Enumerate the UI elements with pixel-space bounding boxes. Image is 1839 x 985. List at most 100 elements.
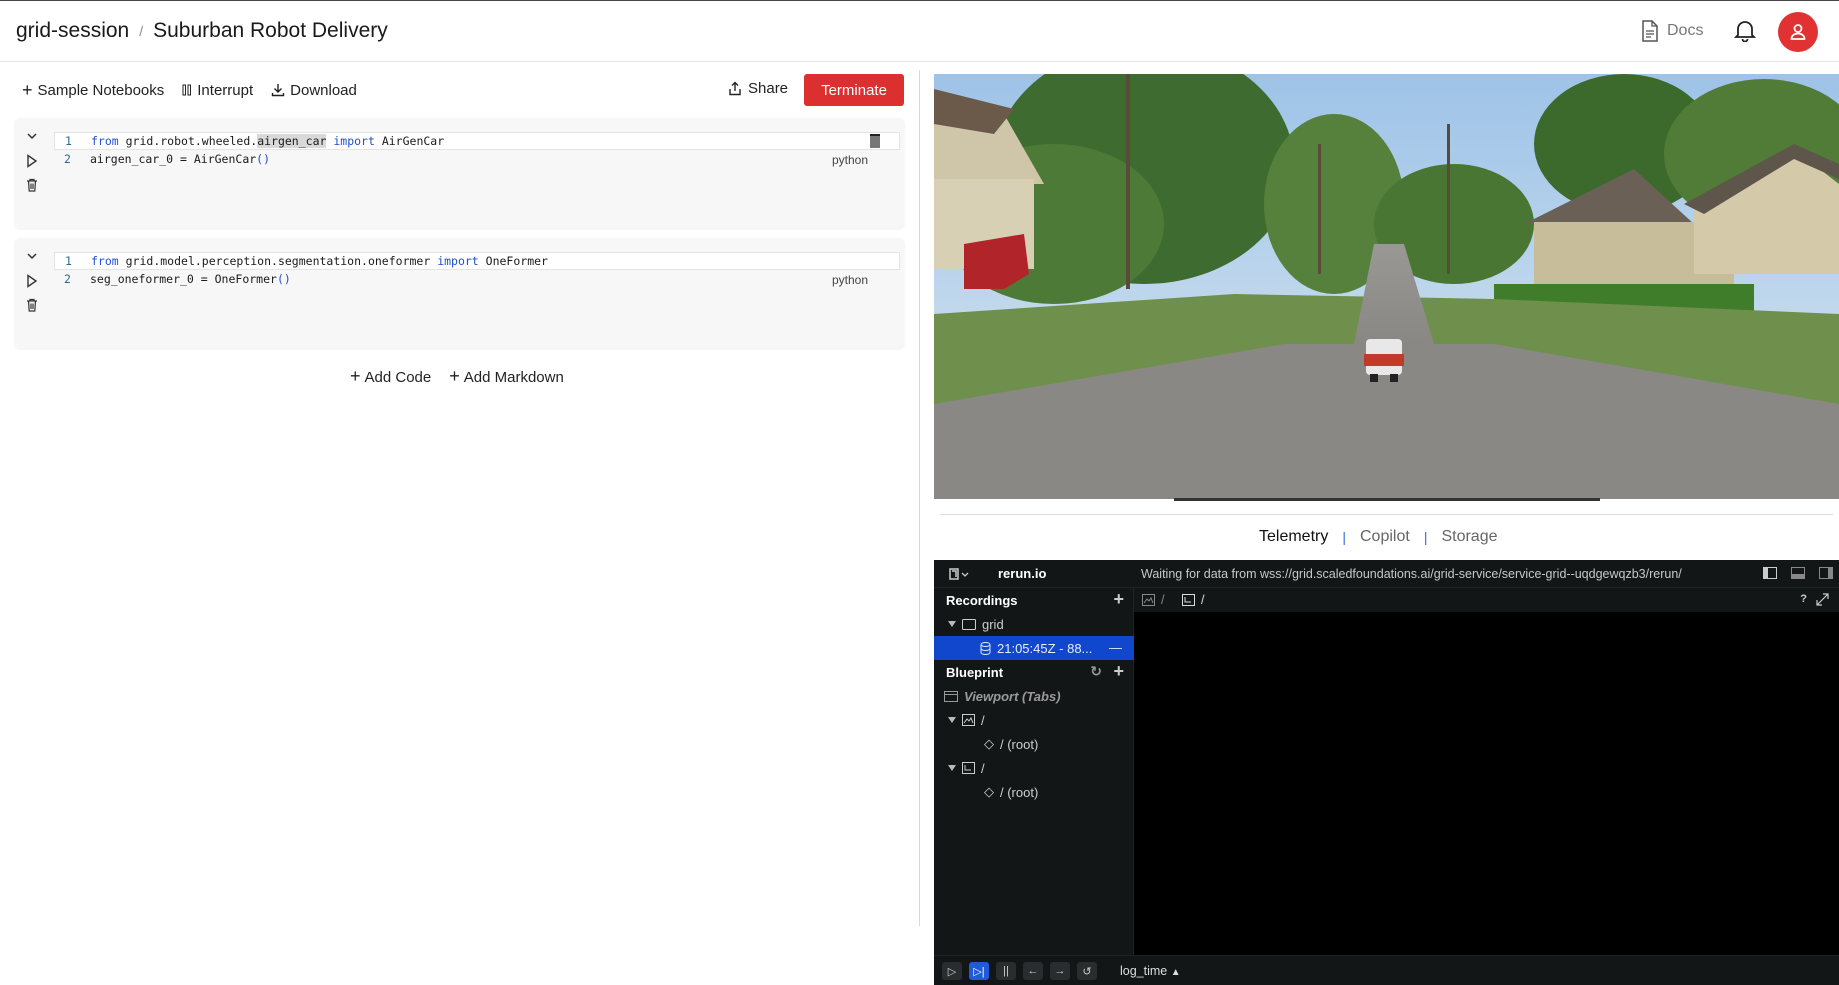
triangle-down-icon[interactable] <box>948 717 956 723</box>
entity-label: / (root) <box>1000 736 1039 752</box>
rerun-timeline-bar: ▷ ▷| || ← → ↺ log_time ▲ <box>934 955 1839 985</box>
add-code-button[interactable]: + Add Code <box>350 366 431 387</box>
view-label: / <box>981 760 985 776</box>
suburban-street-image <box>934 74 1839 499</box>
bottom-panel-toggle-icon[interactable] <box>1791 567 1805 579</box>
run-cell-button[interactable] <box>26 274 40 291</box>
database-icon <box>980 641 991 655</box>
recordings-label: Recordings <box>946 592 1018 608</box>
view-row[interactable]: / <box>934 756 1134 780</box>
add-view-icon[interactable]: + <box>1113 662 1124 680</box>
add-markdown-label: Add Markdown <box>463 369 564 386</box>
step-back-button[interactable]: ← <box>1023 962 1043 980</box>
timeline-selector[interactable]: log_time ▲ <box>1120 964 1181 978</box>
sample-notebooks-label: Sample Notebooks <box>37 81 165 99</box>
entity-row[interactable]: ◇ / (root) <box>934 780 1134 804</box>
video-scrollbar[interactable] <box>1174 498 1600 501</box>
entity-row[interactable]: ◇ / (root) <box>934 732 1134 756</box>
sample-notebooks-button[interactable]: + Sample Notebooks <box>22 80 165 100</box>
add-code-label: Add Code <box>364 369 432 386</box>
text-log-icon <box>962 762 975 774</box>
trash-icon <box>27 298 37 312</box>
plus-icon: + <box>22 80 33 100</box>
rerun-app-name: rerun.io <box>998 566 1047 581</box>
play-button[interactable]: ▷ <box>942 962 962 980</box>
code-text: airgen_car_0 = AirGenCar <box>90 152 257 166</box>
interrupt-button[interactable]: Interrupt <box>182 82 253 99</box>
add-markdown-button[interactable]: + Add Markdown <box>449 366 564 387</box>
line-number: 2 <box>64 152 71 166</box>
recording-app-row[interactable]: grid <box>934 612 1134 636</box>
code-editor[interactable]: 1 from grid.model.perception.segmentatio… <box>54 252 900 288</box>
view-tab[interactable]: / <box>1142 593 1164 607</box>
collapse-toggle[interactable] <box>26 129 40 143</box>
code-keyword: import <box>430 254 479 268</box>
view-label: / <box>981 712 985 728</box>
page-title: Suburban Robot Delivery <box>153 19 388 42</box>
rerun-menu-button[interactable] <box>948 567 970 584</box>
step-forward-button[interactable]: → <box>1050 962 1070 980</box>
recording-item[interactable]: 21:05:45Z - 88... — <box>934 636 1134 660</box>
arrow-right-icon: → <box>1054 965 1066 977</box>
triangle-down-icon[interactable] <box>948 765 956 771</box>
language-label: python <box>831 153 868 167</box>
triangle-down-icon[interactable] <box>948 621 956 627</box>
help-icon[interactable]: ? <box>1800 593 1807 605</box>
docs-label: Docs <box>1667 22 1704 39</box>
run-cell-button[interactable] <box>26 154 40 171</box>
tab-copilot[interactable]: Copilot <box>1360 528 1410 546</box>
code-cell[interactable]: 1 from grid.model.perception.segmentatio… <box>14 238 905 350</box>
delete-cell-button[interactable] <box>26 298 40 315</box>
remove-recording-icon[interactable]: — <box>1109 640 1122 655</box>
view-tab[interactable]: / <box>1182 593 1204 607</box>
breadcrumb-workspace[interactable]: grid-session <box>16 19 129 43</box>
blueprint-label: Blueprint <box>946 664 1004 680</box>
avatar[interactable] <box>1778 12 1818 52</box>
pause-icon: || <box>1003 965 1009 977</box>
text-log-icon <box>1182 594 1195 606</box>
tab-telemetry[interactable]: Telemetry <box>1259 528 1328 546</box>
right-panel-toggle-icon[interactable] <box>1819 567 1833 579</box>
code-keyword: from <box>91 254 119 268</box>
left-panel-toggle-icon[interactable] <box>1763 567 1777 579</box>
delete-cell-button[interactable] <box>26 178 40 195</box>
rerun-tab-bar: / / ? <box>1134 588 1839 612</box>
viewport-row[interactable]: Viewport (Tabs) <box>934 684 1134 708</box>
simulation-video-feed[interactable] <box>934 74 1839 499</box>
line-number: 1 <box>65 254 72 268</box>
language-label: python <box>831 273 868 287</box>
share-icon <box>729 81 741 96</box>
reset-blueprint-icon[interactable]: ↻ <box>1090 663 1102 680</box>
terminate-button[interactable]: Terminate <box>804 74 904 106</box>
add-recording-icon[interactable]: + <box>1113 590 1124 608</box>
recordings-header: Recordings + <box>934 588 1134 612</box>
play-icon <box>27 274 38 288</box>
panel-toggles <box>1763 567 1833 579</box>
loop-button[interactable]: ↺ <box>1077 962 1097 980</box>
line-number: 2 <box>64 272 71 286</box>
code-module: grid.model.perception.segmentation.onefo… <box>118 254 431 268</box>
follow-button[interactable]: ▷| <box>969 962 989 980</box>
download-button[interactable]: Download <box>271 82 357 99</box>
docs-link[interactable]: Docs <box>1641 20 1703 42</box>
play-icon: ▷ <box>947 965 957 978</box>
tab-storage[interactable]: Storage <box>1441 528 1497 546</box>
code-name: OneFormer <box>478 254 548 268</box>
pause-button[interactable]: || <box>996 962 1016 980</box>
collapse-toggle[interactable] <box>26 249 40 263</box>
code-editor[interactable]: 1 from grid.robot.wheeled. airgen_car imp… <box>54 132 900 168</box>
spatial-2d-icon <box>962 714 975 726</box>
code-keyword: import <box>326 134 375 148</box>
code-cell[interactable]: 1 from grid.robot.wheeled. airgen_car imp… <box>14 118 905 230</box>
trash-icon <box>27 178 37 192</box>
share-button[interactable]: Share <box>728 80 788 97</box>
diamond-icon: ◇ <box>984 736 994 751</box>
code-keyword: from <box>91 134 119 148</box>
notebook-toolbar: + Sample Notebooks Interrupt Download <box>22 74 357 106</box>
panel-divider[interactable] <box>919 70 920 926</box>
download-icon <box>271 84 285 97</box>
view-row[interactable]: / <box>934 708 1134 732</box>
editor-scrollbar[interactable] <box>870 134 880 148</box>
notifications-button[interactable] <box>1733 18 1757 47</box>
maximize-icon[interactable] <box>1816 593 1829 606</box>
